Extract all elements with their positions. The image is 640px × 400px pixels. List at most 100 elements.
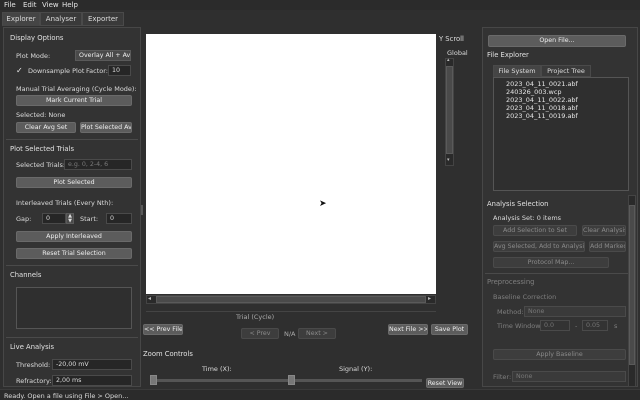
add-selection-to-set-button[interactable]: Add Selection to Set [493, 225, 577, 236]
signal-zoom-slider[interactable] [290, 379, 422, 382]
signal-zoom-handle[interactable] [288, 375, 295, 385]
threshold-input[interactable]: -20,00 mV [52, 359, 132, 370]
refractory-label: Refractory: [16, 377, 52, 385]
file-explorer-title: File Explorer [487, 51, 529, 59]
time-window-label: Time Window: [497, 322, 543, 330]
prev-trial-button[interactable]: < Prev [241, 328, 279, 339]
open-file-button[interactable]: Open File... [488, 35, 626, 47]
trial-counter: N/A [284, 330, 296, 338]
selected-trials-label: Selected Trials: [16, 161, 66, 169]
menu-file[interactable]: File [4, 1, 16, 9]
x-scrollbar-thumb[interactable] [156, 296, 426, 303]
plot-selected-avg-button[interactable]: Plot Selected Avg [80, 122, 132, 133]
tab-file-system[interactable]: File System [493, 65, 541, 77]
divider [146, 311, 436, 312]
start-label: Start: [80, 215, 99, 223]
file-item[interactable]: 2023_04_11_0018.abf [506, 104, 578, 112]
plot-mode-select[interactable]: Overlay All + Avg [75, 50, 131, 61]
display-options-title: Display Options [10, 34, 64, 42]
prev-file-button[interactable]: << Prev File [143, 324, 183, 335]
selected-status: Selected: None [16, 111, 66, 119]
zoom-controls-title: Zoom Controls [143, 350, 193, 358]
clear-avg-set-button[interactable]: Clear Avg Set [16, 122, 76, 133]
add-marked-button[interactable]: Add Marked [589, 241, 626, 252]
plot-selected-trials-title: Plot Selected Trials [10, 145, 75, 153]
channels-title: Channels [10, 271, 42, 279]
status-bar: Ready. Open a file using File > Open... [0, 389, 640, 400]
left-panel [3, 27, 141, 387]
baseline-correction-title: Baseline Correction [493, 293, 557, 301]
tab-exporter[interactable]: Exporter [82, 12, 124, 26]
y-scrollbar-thumb[interactable] [446, 66, 453, 154]
scroll-left-icon[interactable]: ◂ [148, 295, 151, 302]
divider [485, 273, 635, 274]
clear-analysis-set-button[interactable]: Clear Analysis Set [582, 225, 626, 236]
right-panel-scrollbar-thumb[interactable] [629, 205, 635, 365]
menu-edit[interactable]: Edit [23, 1, 37, 9]
interleaved-label: Interleaved Trials (Every Nth): [16, 199, 114, 207]
preprocessing-title: Preprocessing [487, 278, 535, 286]
tab-analyser[interactable]: Analyser [40, 12, 82, 26]
gap-spin-arrows-icon[interactable]: ▲ ▼ [66, 213, 74, 224]
plot-mode-label: Plot Mode: [16, 52, 51, 60]
plot-canvas[interactable] [146, 34, 436, 294]
factor-input[interactable]: 10 [108, 65, 131, 76]
refractory-input[interactable]: 2,00 ms [52, 375, 132, 386]
save-plot-button[interactable]: Save Plot [431, 324, 468, 335]
downsample-checkbox[interactable]: ✓ [16, 66, 25, 75]
time-zoom-label: Time (X): [202, 365, 232, 373]
divider [6, 265, 138, 266]
selected-trials-input[interactable]: e.g. 0, 2-4, 6 [64, 159, 132, 170]
yscroll-global-label: Global [447, 49, 468, 57]
plot-selected-button[interactable]: Plot Selected [16, 177, 132, 188]
channels-list [16, 287, 132, 329]
tab-explorer[interactable]: Explorer [2, 12, 40, 26]
reset-trial-selection-button[interactable]: Reset Trial Selection [16, 248, 132, 259]
protocol-map-button[interactable]: Protocol Map... [493, 257, 609, 268]
apply-baseline-button[interactable]: Apply Baseline [493, 349, 626, 360]
file-item[interactable]: 240326_003.wcp [506, 88, 562, 96]
file-item[interactable]: 2023_04_11_0022.abf [506, 96, 578, 104]
scroll-up-icon[interactable]: ▴ [447, 57, 450, 63]
avg-selected-add-button[interactable]: Avg Selected, Add to Analysis [493, 241, 585, 252]
time-window-start-input[interactable]: 0.0 [540, 320, 570, 331]
signal-zoom-label: Signal (Y): [339, 365, 373, 373]
next-file-button[interactable]: Next File >> [388, 324, 428, 335]
tab-project-tree[interactable]: Project Tree [541, 65, 591, 77]
trial-cycle-label: Trial (Cycle) [236, 313, 275, 321]
scroll-down-icon[interactable]: ▾ [447, 157, 450, 163]
menu-help[interactable]: Help [62, 1, 78, 9]
divider [6, 139, 138, 140]
scroll-right-icon[interactable]: ▸ [428, 295, 431, 302]
mark-current-trial-button[interactable]: Mark Current Trial [16, 95, 132, 106]
time-zoom-handle[interactable] [150, 375, 157, 385]
threshold-label: Threshold: [16, 361, 51, 369]
reset-view-button[interactable]: Reset View [426, 378, 464, 388]
manual-avg-label: Manual Trial Averaging (Cycle Mode): [16, 85, 137, 93]
yscroll-title: Y Scroll [439, 35, 464, 43]
time-zoom-slider[interactable] [150, 379, 290, 382]
apply-interleaved-button[interactable]: Apply Interleaved [16, 231, 132, 242]
start-spinbox[interactable]: 0 [106, 213, 132, 224]
time-window-unit: s [614, 322, 618, 330]
status-text: Ready. Open a file using File > Open... [4, 392, 129, 400]
next-trial-button[interactable]: Next > [298, 328, 336, 339]
analysis-selection-title: Analysis Selection [487, 200, 549, 208]
mouse-cursor-icon: ➤ [319, 199, 327, 209]
live-analysis-title: Live Analysis [10, 343, 55, 351]
divider [6, 337, 138, 338]
filter-select[interactable]: None [512, 371, 626, 382]
baseline-method-label: Method: [497, 308, 524, 316]
menu-view[interactable]: View [42, 1, 59, 9]
file-item[interactable]: 2023_04_11_0021.abf [506, 80, 578, 88]
file-item[interactable]: 2023_04_11_0019.abf [506, 112, 578, 120]
factor-label: Factor: [86, 67, 108, 75]
baseline-method-select[interactable]: None [524, 306, 626, 317]
gap-spinbox[interactable]: 0 [42, 213, 66, 224]
analysis-set-count: Analysis Set: 0 items [493, 214, 562, 222]
splitter-handle[interactable] [141, 205, 143, 215]
time-window-end-input[interactable]: 0.05 [582, 320, 608, 331]
menu-bar: File Edit View Help [0, 0, 640, 10]
filter-label: Filter: [493, 373, 512, 381]
main-tabs: Explorer Analyser Exporter [0, 10, 640, 26]
